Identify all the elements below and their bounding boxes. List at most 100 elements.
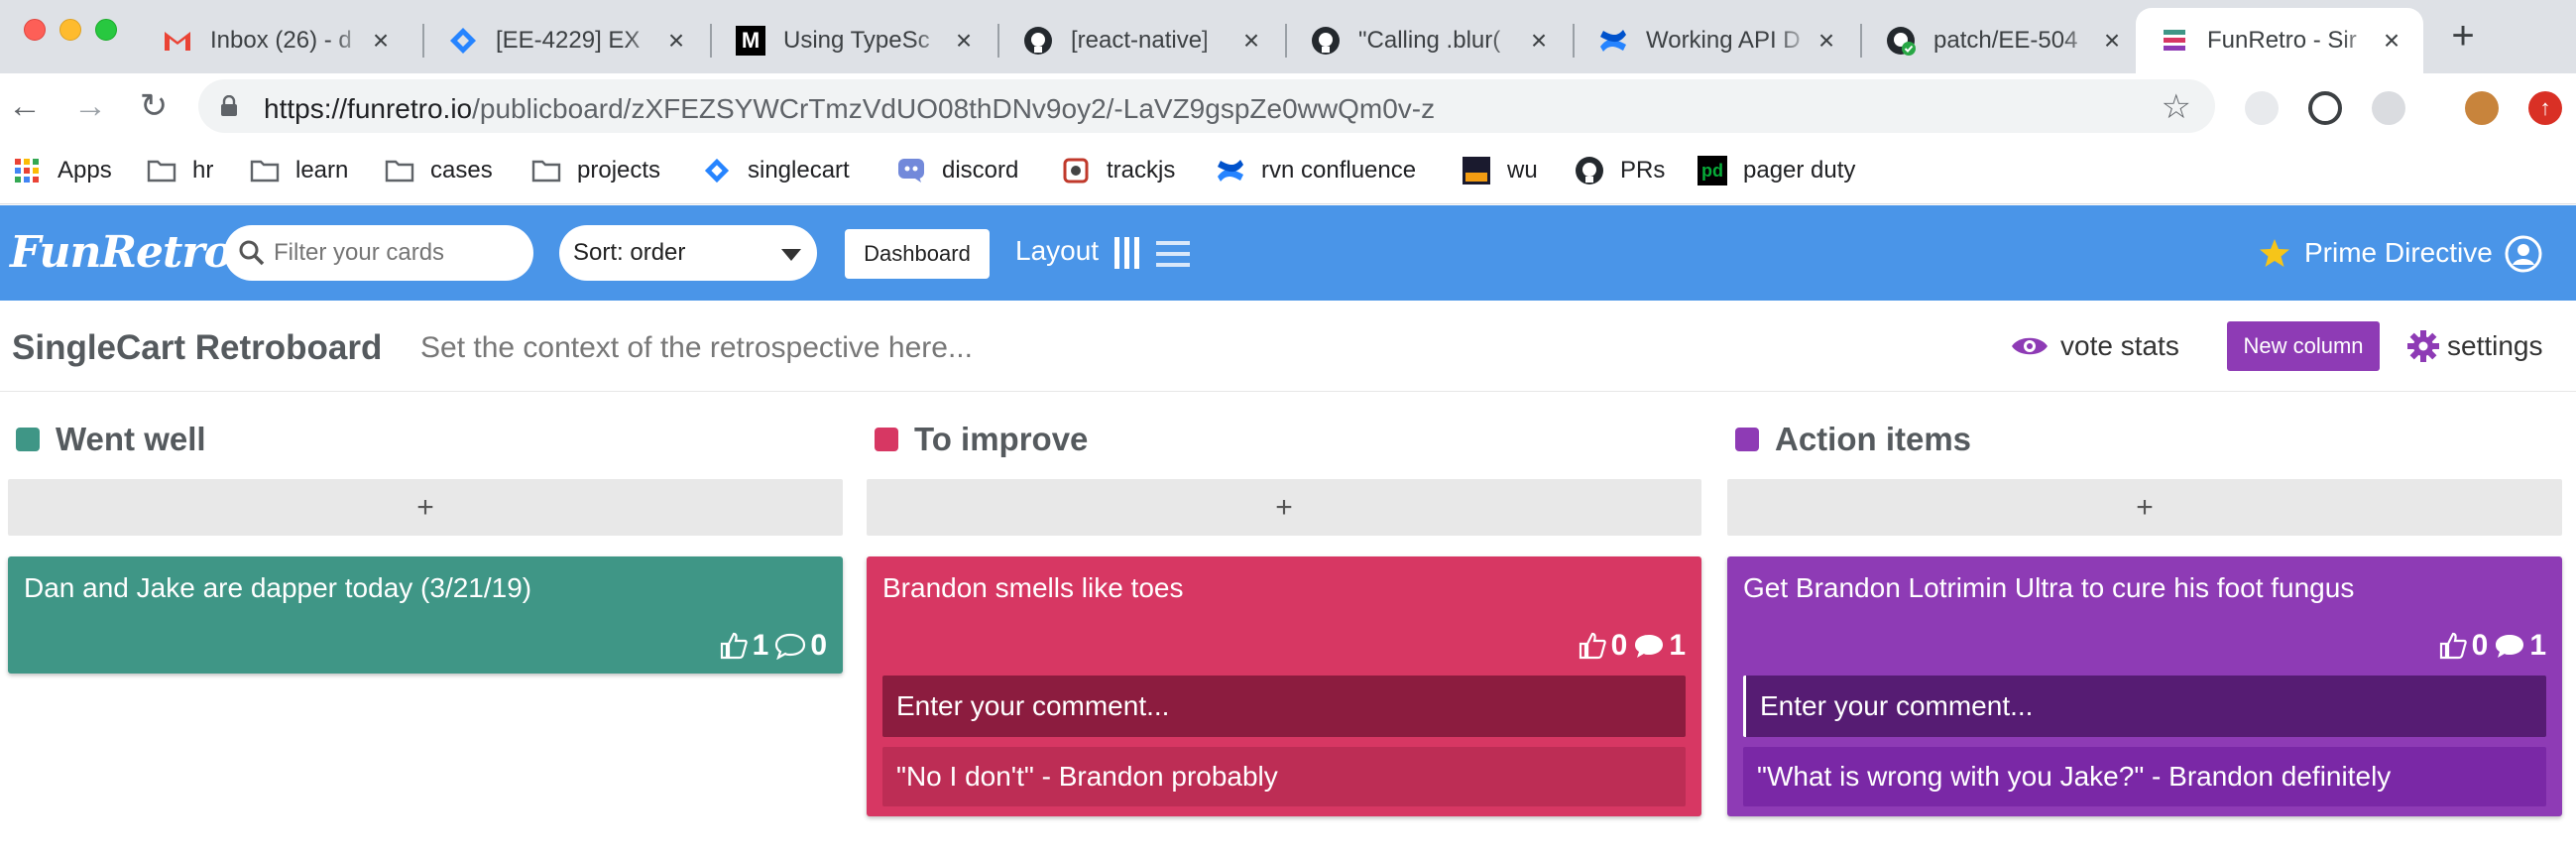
folder-icon [250, 156, 280, 185]
bookmark-label: wu [1507, 157, 1538, 184]
retro-card[interactable]: Dan and Jake are dapper today (3/21/19) … [8, 556, 843, 674]
address-bar[interactable]: https://funretro.io/publicboard/zXFEZSYW… [198, 79, 2215, 133]
card-actions: 0 1 [1743, 628, 2546, 664]
board-title[interactable]: SingleCart Retroboard [12, 328, 382, 368]
comment-outline-icon [775, 633, 806, 660]
prime-directive-link[interactable]: Prime Directive [2259, 237, 2493, 269]
bookmark-folder[interactable]: hr [147, 151, 213, 190]
column-header: To improve [867, 417, 1701, 462]
tab-label: [react-native] [1071, 27, 1209, 54]
github-icon [1575, 156, 1604, 185]
apps-grid-icon [12, 156, 42, 185]
close-tab-icon[interactable]: × [1813, 27, 1840, 55]
bookmark-folder[interactable]: projects [531, 151, 660, 190]
close-tab-icon[interactable]: × [2098, 27, 2126, 55]
bookmark-discord[interactable]: discord [896, 151, 1018, 190]
new-tab-button[interactable]: + [2443, 16, 2483, 58]
gear-icon [2407, 330, 2439, 362]
folder-icon [147, 156, 176, 185]
extension-sync-icon[interactable] [2372, 91, 2405, 125]
jira-icon [702, 156, 732, 185]
funretro-logo[interactable]: FunRetro [10, 227, 233, 278]
column-layout-icon[interactable] [1112, 237, 1142, 269]
browser-tab[interactable]: Inbox (26) - d × [139, 8, 412, 73]
bookmark-trackjs[interactable]: trackjs [1061, 151, 1175, 190]
close-tab-icon[interactable]: × [2378, 27, 2405, 55]
browser-tab[interactable]: Working API D × [1575, 8, 1858, 73]
browser-tab[interactable]: "Calling .blur( × [1287, 8, 1571, 73]
medium-icon: M [736, 26, 765, 56]
layout-label: Layout [1015, 235, 1100, 266]
card-comment: "No I don't" - Brandon probably [882, 747, 1686, 806]
column-title[interactable]: Went well [56, 421, 206, 458]
retro-card[interactable]: Brandon smells like toes 0 1 Enter your … [867, 556, 1701, 816]
board-header: SingleCart Retroboard Set the context of… [0, 301, 2576, 392]
add-card-button[interactable]: + [867, 479, 1701, 536]
filter-cards-field[interactable] [224, 225, 533, 281]
tab-label: patch/EE-504 [1933, 27, 2078, 54]
like-button[interactable]: 1 [719, 629, 768, 663]
close-tab-icon[interactable]: × [1525, 27, 1553, 55]
comment-button[interactable]: 1 [1633, 629, 1686, 663]
bookmark-rvn-confluence[interactable]: rvn confluence [1216, 151, 1416, 190]
url-text[interactable]: https://funretro.io/publicboard/zXFEZSYW… [264, 93, 1435, 125]
extension-icon[interactable] [2245, 91, 2279, 125]
like-button[interactable]: 0 [1578, 629, 1627, 663]
confluence-icon [1598, 26, 1628, 56]
close-tab-icon[interactable]: × [662, 27, 690, 55]
vote-stats-button[interactable]: vote stats [2011, 330, 2179, 362]
bookmark-wu[interactable]: wu [1462, 151, 1538, 190]
forward-icon[interactable]: → [71, 87, 109, 125]
comment-input[interactable]: Enter your comment... [882, 676, 1686, 737]
browser-tab[interactable]: [react-native] × [999, 8, 1283, 73]
update-arrow-icon[interactable]: ↑ [2528, 91, 2562, 125]
column-title[interactable]: To improve [914, 421, 1088, 458]
column-color-swatch [16, 428, 40, 451]
url-path: /publicboard/zXFEZSYWCrTmzVdUO08thDNv9oy… [472, 93, 1436, 124]
row-layout-icon[interactable] [1156, 239, 1190, 269]
add-card-button[interactable]: + [1727, 479, 2562, 536]
retro-card[interactable]: Get Brandon Lotrimin Ultra to cure his f… [1727, 556, 2562, 816]
bookmark-pager-duty[interactable]: pd pager duty [1698, 151, 1855, 190]
close-tab-icon[interactable]: × [1237, 27, 1265, 55]
browser-tab[interactable]: [EE-4229] EX × [424, 8, 708, 73]
bookmark-folder[interactable]: learn [250, 151, 348, 190]
column-color-swatch [1735, 428, 1759, 451]
dashboard-button[interactable]: Dashboard [845, 229, 990, 279]
browser-tab[interactable]: patch/EE-504 × [1862, 8, 2144, 73]
browser-tab-active[interactable]: FunRetro - Sir × [2136, 8, 2423, 73]
bookmark-star-icon[interactable]: ☆ [2162, 87, 2191, 127]
comment-button[interactable]: 1 [2494, 629, 2546, 663]
filter-cards-input[interactable] [274, 239, 512, 267]
minimize-window-button[interactable] [59, 19, 81, 41]
bookmark-folder[interactable]: cases [385, 151, 493, 190]
bookmark-singlecart[interactable]: singlecart [702, 151, 850, 190]
comment-count: 0 [810, 629, 827, 662]
bookmark-apps[interactable]: Apps [12, 151, 112, 190]
lock-icon [221, 95, 237, 116]
add-card-button[interactable]: + [8, 479, 843, 536]
column-title[interactable]: Action items [1775, 421, 1971, 458]
extension-aperture-icon[interactable] [2308, 91, 2342, 125]
reload-icon[interactable]: ↻ [135, 87, 173, 125]
close-tab-icon[interactable]: × [367, 27, 395, 55]
settings-button[interactable]: settings [2407, 330, 2543, 362]
comment-button[interactable]: 0 [774, 629, 827, 663]
close-tab-icon[interactable]: × [950, 27, 978, 55]
sort-select[interactable]: Sort: order [559, 225, 817, 281]
profile-avatar[interactable] [2465, 91, 2499, 125]
like-button[interactable]: 0 [2438, 629, 2488, 663]
user-account-icon[interactable] [2505, 235, 2542, 273]
maximize-window-button[interactable] [95, 19, 117, 41]
back-icon[interactable]: ← [6, 87, 44, 125]
bookmark-label: learn [295, 157, 349, 184]
browser-tab[interactable]: M Using TypeSc × [712, 8, 995, 73]
new-column-button[interactable]: New column [2227, 321, 2380, 371]
comment-input[interactable]: Enter your comment... [1743, 676, 2546, 737]
bookmark-label: trackjs [1107, 157, 1176, 184]
tab-label: Using TypeSc [783, 27, 930, 54]
board-context[interactable]: Set the context of the retrospective her… [420, 331, 973, 365]
funretro-icon [2160, 26, 2189, 56]
close-window-button[interactable] [24, 19, 46, 41]
bookmark-prs[interactable]: PRs [1575, 151, 1665, 190]
